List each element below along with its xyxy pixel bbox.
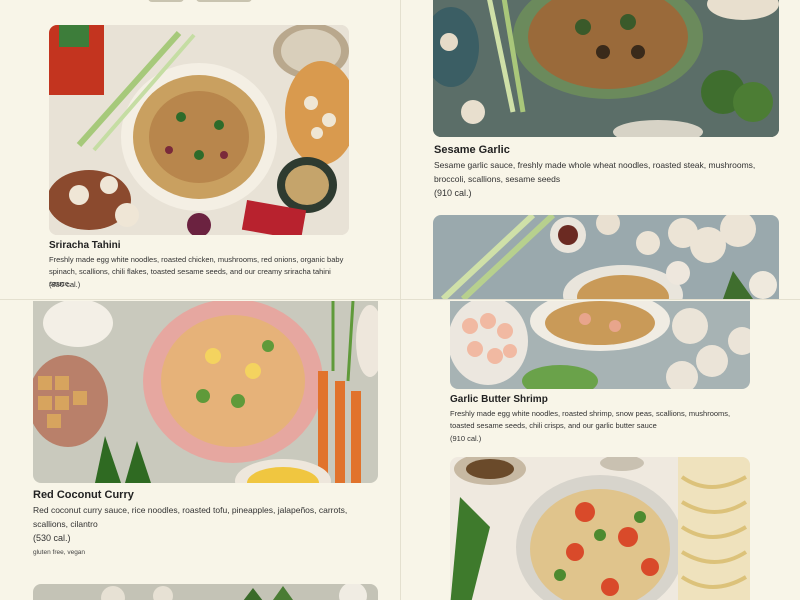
garlic-butter-shrimp-photo-top[interactable] bbox=[433, 215, 779, 299]
card-title[interactable]: Sesame Garlic bbox=[434, 144, 510, 156]
sriracha-tahini-image bbox=[49, 25, 349, 235]
sesame-garlic-photo[interactable] bbox=[433, 0, 779, 137]
card-title[interactable]: Red Coconut Curry bbox=[33, 489, 134, 501]
card-description: Red coconut curry sauce, rice noodles, r… bbox=[33, 505, 348, 529]
cut-off-button[interactable] bbox=[148, 0, 184, 2]
garlic-butter-shrimp-image-top bbox=[433, 215, 779, 299]
card-description: Freshly made egg white noodles, roasted … bbox=[450, 409, 731, 430]
card-description: Sesame garlic sauce, freshly made whole … bbox=[434, 160, 756, 184]
garlic-butter-shrimp-image bbox=[450, 301, 750, 389]
red-coconut-curry-image bbox=[33, 301, 378, 483]
dietary-tags: gluten free, vegan bbox=[33, 549, 86, 556]
sriracha-tahini-photo[interactable] bbox=[49, 25, 349, 235]
card-calories: (830 cal.) bbox=[49, 280, 81, 289]
garlic-butter-shrimp-photo[interactable] bbox=[450, 301, 750, 389]
next-card-photo-right[interactable] bbox=[450, 457, 750, 600]
card-calories: (910 cal.) bbox=[434, 188, 472, 198]
next-card-image-right bbox=[450, 457, 750, 600]
sesame-garlic-image bbox=[433, 0, 779, 137]
next-card-image bbox=[33, 584, 378, 600]
vertical-divider bbox=[400, 0, 401, 600]
horizontal-divider bbox=[0, 299, 800, 300]
card-description: Freshly made egg white noodles, roasted … bbox=[49, 255, 344, 288]
card-title[interactable]: Sriracha Tahini bbox=[49, 240, 121, 251]
red-coconut-curry-photo[interactable] bbox=[33, 301, 378, 483]
card-calories: (530 cal.) bbox=[33, 533, 71, 543]
next-card-photo[interactable] bbox=[33, 584, 378, 600]
card-calories: (910 cal.) bbox=[450, 434, 482, 443]
card-title[interactable]: Garlic Butter Shrimp bbox=[450, 394, 548, 405]
cut-off-button[interactable] bbox=[196, 0, 252, 2]
